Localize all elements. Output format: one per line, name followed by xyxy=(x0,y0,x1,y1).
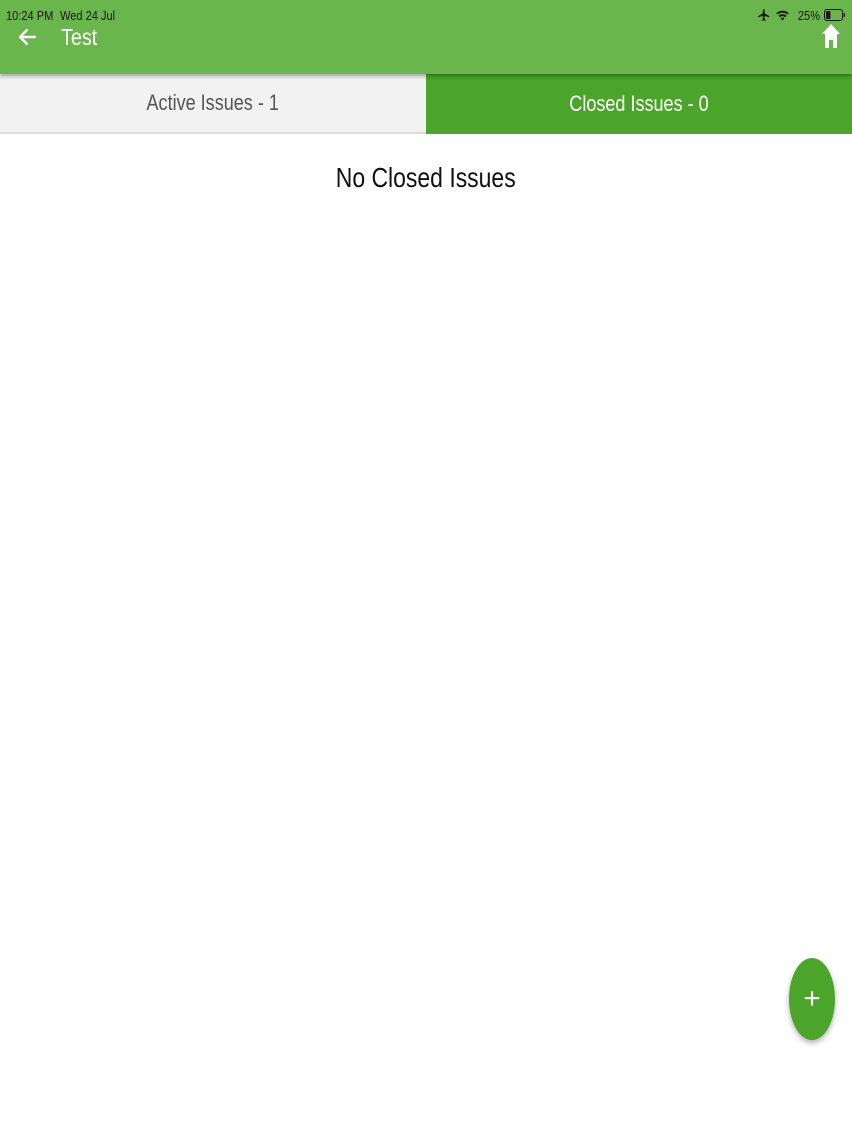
home-button[interactable] xyxy=(820,23,842,54)
status-icons: 25% xyxy=(757,6,846,24)
plus-icon: + xyxy=(803,982,821,1015)
add-issue-button[interactable]: + xyxy=(789,958,835,1040)
tab-label: Active Issues - 1 xyxy=(146,90,280,115)
empty-state-message: No Closed Issues xyxy=(0,162,852,194)
tab-label: Closed Issues - 0 xyxy=(569,91,709,116)
back-button[interactable] xyxy=(12,26,42,52)
issue-tabs: Active Issues - 1 Closed Issues - 0 xyxy=(0,74,852,134)
tab-closed-issues[interactable]: Closed Issues - 0 xyxy=(426,74,852,134)
home-icon xyxy=(821,23,841,54)
arrow-left-icon xyxy=(17,27,37,52)
battery-percent: 25% xyxy=(797,7,820,23)
page-title: Test xyxy=(61,24,98,50)
app-header: 10:24 PM Wed 24 Jul 25% Test xyxy=(0,0,852,74)
tab-active-issues[interactable]: Active Issues - 1 xyxy=(0,74,426,134)
airplane-icon xyxy=(757,8,771,22)
status-date: Wed 24 Jul xyxy=(60,8,116,23)
battery-icon xyxy=(824,9,846,21)
status-time: 10:24 PM xyxy=(6,8,54,23)
empty-state-text: No Closed Issues xyxy=(336,162,516,193)
wifi-icon xyxy=(775,9,790,22)
